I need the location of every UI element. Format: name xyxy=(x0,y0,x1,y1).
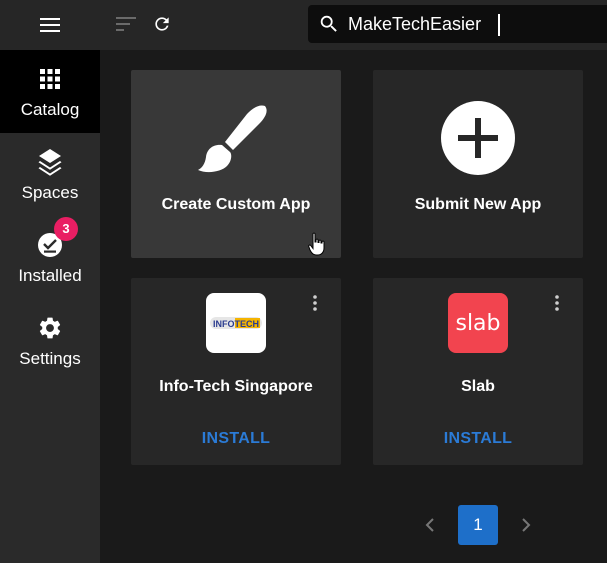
info-tech-logo-text: INFOTECH xyxy=(213,319,259,329)
install-button[interactable]: INSTALL xyxy=(373,430,583,448)
create-custom-app-card[interactable]: Create Custom App xyxy=(131,70,341,258)
more-options-button[interactable] xyxy=(547,292,567,314)
menu-button[interactable] xyxy=(0,0,100,50)
sidebar-item-settings[interactable]: Settings xyxy=(0,299,100,382)
card-title: Info-Tech Singapore xyxy=(159,378,313,395)
page-button-current[interactable]: 1 xyxy=(458,505,498,545)
gear-icon xyxy=(39,317,61,338)
card-title: Slab xyxy=(461,378,495,395)
next-page-button[interactable] xyxy=(506,505,546,545)
hand-cursor-icon xyxy=(308,232,325,256)
sidebar-item-installed[interactable]: 3 Installed xyxy=(0,216,100,299)
search-input[interactable] xyxy=(348,5,607,43)
refresh-icon xyxy=(155,17,169,31)
top-bar xyxy=(100,0,607,50)
slab-logo: slab xyxy=(448,293,508,353)
grid-icon xyxy=(40,68,60,89)
sidebar-item-label: Spaces xyxy=(21,182,79,202)
hamburger-icon xyxy=(40,18,60,32)
slab-logo-text: slab xyxy=(455,310,501,336)
chevron-left-icon xyxy=(425,518,434,532)
sort-icon xyxy=(116,17,136,31)
search-icon xyxy=(320,15,337,32)
sidebar-item-catalog[interactable]: Catalog xyxy=(0,50,100,133)
paintbrush-icon xyxy=(198,105,267,173)
sidebar-item-spaces[interactable]: Spaces xyxy=(0,133,100,216)
kebab-menu-icon xyxy=(555,295,559,311)
info-tech-logo: INFOTECH xyxy=(206,293,266,353)
sidebar-item-label: Installed xyxy=(18,265,82,285)
info-tech-logo-icon: INFOTECH xyxy=(210,317,262,329)
sidebar-item-label: Catalog xyxy=(20,99,80,119)
refresh-button[interactable] xyxy=(149,11,175,37)
previous-page-button[interactable] xyxy=(410,505,450,545)
install-button[interactable]: INSTALL xyxy=(131,430,341,448)
layers-icon xyxy=(38,148,62,176)
app-card-info-tech-singapore[interactable]: INFOTECH Info-Tech Singapore INSTALL xyxy=(131,278,341,465)
search-box xyxy=(308,5,607,43)
card-title: Submit New App xyxy=(414,196,542,213)
submit-new-app-card[interactable]: Submit New App xyxy=(373,70,583,258)
sidebar: Catalog Spaces 3 Installed Settings xyxy=(0,0,100,563)
text-caret xyxy=(498,14,500,36)
installed-count-badge: 3 xyxy=(54,216,78,241)
app-card-slab[interactable]: slab Slab INSTALL xyxy=(373,278,583,465)
sort-button[interactable] xyxy=(113,11,139,37)
more-options-button[interactable] xyxy=(305,292,325,314)
kebab-menu-icon xyxy=(313,295,317,311)
chevron-right-icon xyxy=(522,518,531,532)
plus-circle-icon xyxy=(441,101,515,175)
card-title: Create Custom App xyxy=(161,196,311,213)
sidebar-item-label: Settings xyxy=(19,348,81,368)
